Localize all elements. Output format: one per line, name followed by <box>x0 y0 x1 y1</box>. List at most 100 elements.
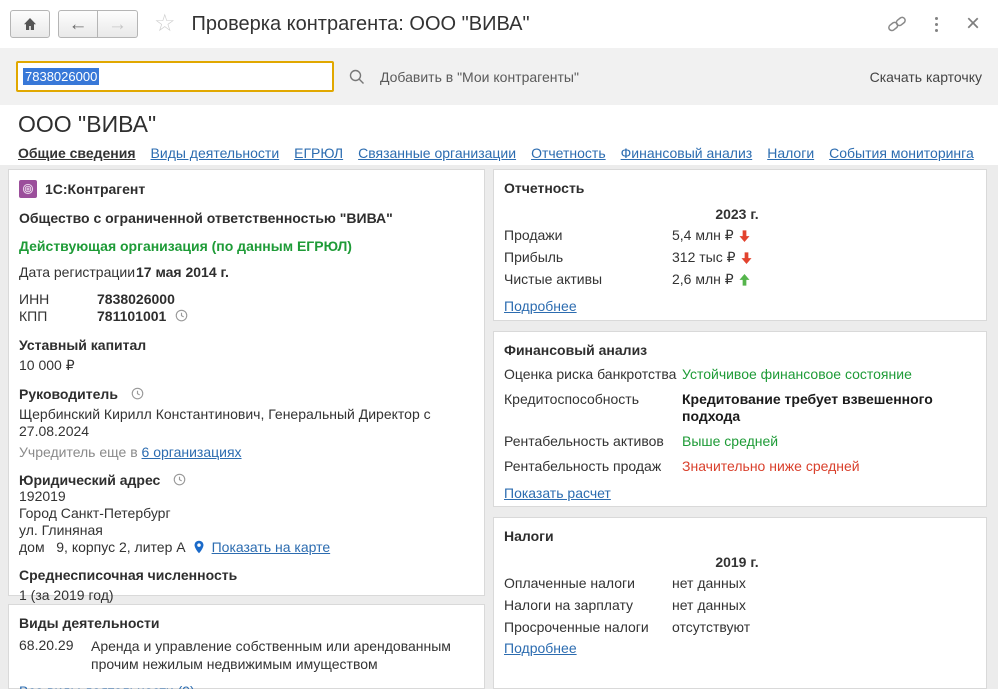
nav-buttons: ← → <box>58 10 138 38</box>
activity-code: 68.20.29 <box>19 637 91 673</box>
founder-note: Учредитель еще в <box>19 444 142 460</box>
tab-reporting[interactable]: Отчетность <box>531 145 606 161</box>
activities-card: Виды деятельности 68.20.29 Аренда и упра… <box>8 604 485 689</box>
reporting-row-label: Прибыль <box>504 249 672 266</box>
reporting-row-label: Продажи <box>504 227 672 244</box>
close-icon[interactable]: × <box>966 12 980 36</box>
tab-financial-analysis[interactable]: Финансовый анализ <box>621 145 753 161</box>
toolbar-right: × <box>887 12 980 36</box>
tab-general[interactable]: Общие сведения <box>18 145 136 161</box>
head-value: Щербинский Кирилл Константинович, Генера… <box>19 406 474 440</box>
taxes-more-link[interactable]: Подробнее <box>504 640 577 656</box>
trend-up-icon <box>738 273 751 287</box>
reg-date-label: Дата регистрации <box>19 264 136 281</box>
search-input-value: 7838026000 <box>23 68 99 85</box>
reg-date-value: 17 мая 2014 г. <box>136 264 229 280</box>
company-full-name: Общество с ограниченной ответственностью… <box>19 210 393 226</box>
address-postcode: 192019 <box>19 488 474 505</box>
finance-row-value: Значительно ниже средней <box>682 458 976 475</box>
inn-label: ИНН <box>19 291 97 308</box>
reporting-card: Отчетность 2023 г. Продажи 5,4 млн ₽ При… <box>493 169 987 321</box>
taxes-row-value: нет данных <box>672 575 802 591</box>
window-title: Проверка контрагента: ООО "ВИВА" <box>192 13 530 36</box>
activities-title: Виды деятельности <box>19 615 160 631</box>
map-pin-icon <box>192 539 206 555</box>
show-on-map-link[interactable]: Показать на карте <box>212 539 331 555</box>
tab-monitoring-events[interactable]: События мониторинга <box>829 145 974 161</box>
reporting-row: Прибыль 312 тыс ₽ <box>504 249 976 266</box>
taxes-row-value: отсутствуют <box>672 619 802 635</box>
finance-row-value: Выше средней <box>682 433 976 450</box>
reporting-title: Отчетность <box>504 180 976 196</box>
head-label: Руководитель <box>19 386 118 402</box>
address-street: ул. Глиняная <box>19 522 474 539</box>
page-header: ООО "ВИВА" Общие сведения Виды деятельно… <box>0 105 998 165</box>
kpp-value: 781101001 <box>97 308 166 324</box>
reporting-row-value: 5,4 млн ₽ <box>672 227 734 244</box>
general-info-card: 1С:Контрагент Общество с ограниченной от… <box>8 169 485 596</box>
tab-taxes[interactable]: Налоги <box>767 145 814 161</box>
finance-row: Рентабельность продаж Значительно ниже с… <box>504 458 976 475</box>
activity-row: 68.20.29 Аренда и управление собственным… <box>19 637 474 673</box>
search-icon[interactable] <box>348 68 366 86</box>
finance-row-label: Рентабельность активов <box>504 433 682 450</box>
financial-analysis-card: Финансовый анализ Оценка риска банкротст… <box>493 331 987 507</box>
trend-down-icon <box>738 229 751 243</box>
search-input[interactable]: 7838026000 <box>16 61 334 92</box>
tab-egrul[interactable]: ЕГРЮЛ <box>294 145 343 161</box>
finance-row: Рентабельность активов Выше средней <box>504 433 976 450</box>
company-title: ООО "ВИВА" <box>18 111 980 138</box>
finance-row-value: Кредитование требует взвешенного подхода <box>682 391 976 425</box>
taxes-row-label: Налоги на зарплату <box>504 597 672 614</box>
service-name: 1С:Контрагент <box>45 181 145 197</box>
headcount-label: Среднесписочная численность <box>19 567 237 583</box>
trend-down-icon <box>740 251 753 265</box>
reporting-row-value: 2,6 млн ₽ <box>672 271 734 288</box>
tab-bar: Общие сведения Виды деятельности ЕГРЮЛ С… <box>18 145 980 161</box>
address-city: Город Санкт-Петербург <box>19 505 474 522</box>
capital-label: Уставный капитал <box>19 337 146 353</box>
finance-row-label: Рентабельность продаж <box>504 458 682 475</box>
menu-kebab-icon[interactable] <box>933 15 940 34</box>
forward-button[interactable]: → <box>98 10 138 38</box>
reporting-row-label: Чистые активы <box>504 271 672 288</box>
add-to-my-counterparties-button[interactable]: Добавить в "Мои контрагенты" <box>380 69 579 85</box>
download-card-button[interactable]: Скачать карточку <box>870 69 982 85</box>
finance-title: Финансовый анализ <box>504 342 976 358</box>
finance-row: Кредитоспособность Кредитование требует … <box>504 391 976 425</box>
taxes-row: Просроченные налоги отсутствуют <box>504 619 976 636</box>
reporting-row-value: 312 тыс ₽ <box>672 249 736 266</box>
link-icon[interactable] <box>887 15 907 33</box>
tab-activities[interactable]: Виды деятельности <box>151 145 280 161</box>
home-button[interactable] <box>10 10 50 38</box>
taxes-row: Налоги на зарплату нет данных <box>504 597 976 614</box>
capital-value: 10 000 ₽ <box>19 357 474 374</box>
home-icon <box>22 16 38 32</box>
reporting-row: Продажи 5,4 млн ₽ <box>504 227 976 244</box>
taxes-row-label: Оплаченные налоги <box>504 575 672 592</box>
favorite-star-icon[interactable]: ☆ <box>154 12 176 36</box>
founder-orgs-link[interactable]: 6 организациях <box>142 444 242 460</box>
history-icon[interactable] <box>172 472 187 487</box>
address-house: дом 9, корпус 2, литер А <box>19 539 186 555</box>
headcount-value: 1 (за 2019 год) <box>19 587 474 603</box>
history-icon[interactable] <box>174 308 189 323</box>
reporting-more-link[interactable]: Подробнее <box>504 298 577 314</box>
finance-row-label: Кредитоспособность <box>504 391 682 408</box>
finance-row-label: Оценка риска банкротства <box>504 366 682 383</box>
content-area: 1С:Контрагент Общество с ограниченной от… <box>0 165 998 689</box>
reporting-row: Чистые активы 2,6 млн ₽ <box>504 271 976 288</box>
activity-description: Аренда и управление собственным или арен… <box>91 637 474 673</box>
history-icon[interactable] <box>130 386 145 401</box>
taxes-card: Налоги 2019 г. Оплаченные налоги нет дан… <box>493 517 987 689</box>
all-activities-link[interactable]: Все виды деятельности (9) <box>19 683 195 689</box>
inn-value: 7838026000 <box>97 291 175 307</box>
taxes-year: 2019 г. <box>672 554 802 570</box>
show-calculation-link[interactable]: Показать расчет <box>504 485 611 501</box>
taxes-row: Оплаченные налоги нет данных <box>504 575 976 592</box>
forward-arrow-icon: → <box>108 15 127 34</box>
back-button[interactable]: ← <box>58 10 98 38</box>
tab-related-orgs[interactable]: Связанные организации <box>358 145 516 161</box>
taxes-row-value: нет данных <box>672 597 802 613</box>
taxes-row-label: Просроченные налоги <box>504 619 672 636</box>
